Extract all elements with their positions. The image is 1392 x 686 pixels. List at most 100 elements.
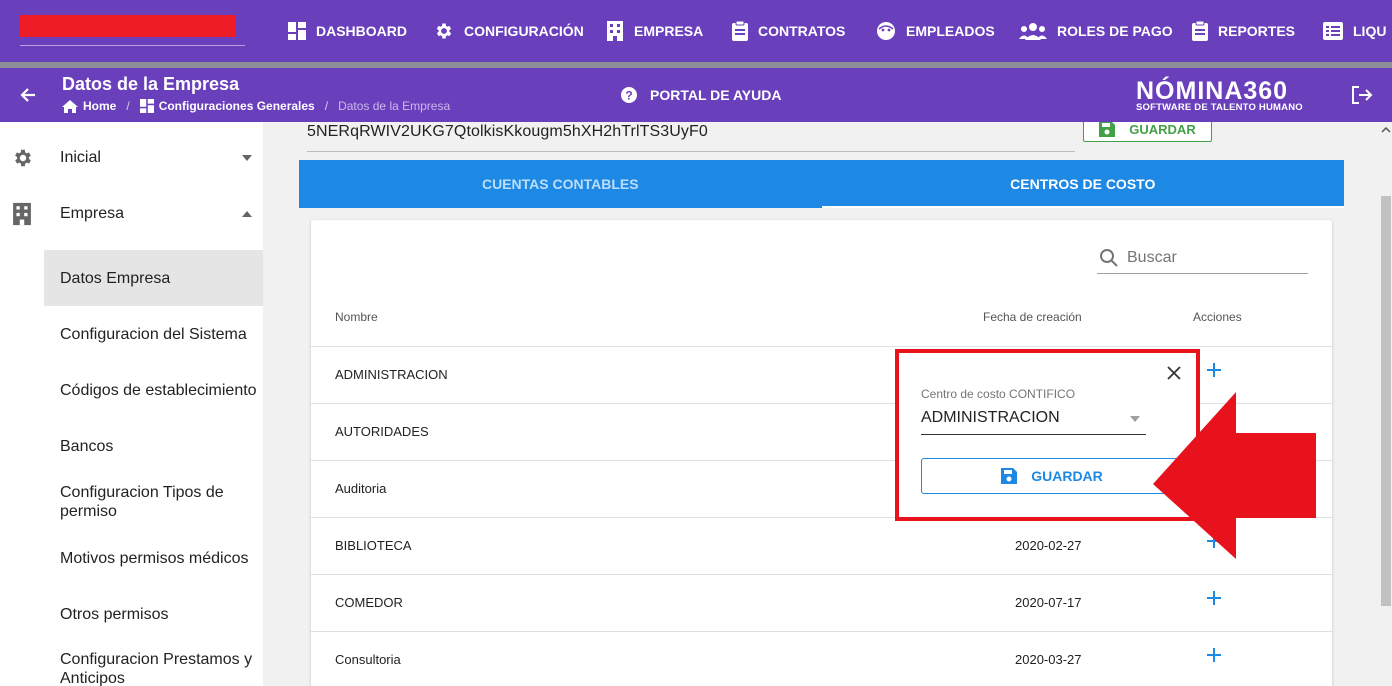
api-key-underline — [307, 151, 1075, 152]
sidebar-item-label: Otros permisos — [60, 605, 169, 623]
cost-center-select[interactable]: ADMINISTRACION — [921, 405, 1146, 435]
logout-icon[interactable] — [1351, 85, 1373, 110]
caret-up-icon — [242, 211, 252, 217]
list-icon — [1323, 22, 1343, 40]
sidebar-item-prestamos-anticipos[interactable]: Configuracion Prestamos y Anticipos — [44, 650, 263, 686]
sidebar-item-permisos-medicos[interactable]: Motivos permisos médicos — [44, 530, 263, 586]
sidebar-item-label: Motivos permisos médicos — [60, 549, 249, 567]
nav-dashboard[interactable]: DASHBOARD — [288, 18, 407, 44]
clipboard-icon — [732, 21, 748, 41]
save-button[interactable]: GUARDAR — [1083, 122, 1212, 142]
sidebar-item-tipos-permiso[interactable]: Configuracion Tipos de permiso — [44, 474, 263, 530]
nav-label: EMPLEADOS — [906, 23, 995, 39]
search-icon — [1100, 248, 1118, 267]
column-header-acciones: Acciones — [1193, 310, 1242, 324]
nav-reportes[interactable]: REPORTES — [1192, 18, 1295, 44]
sidebar-item-label: Datos Empresa — [60, 269, 171, 287]
dashboard-icon — [139, 99, 154, 113]
breadcrumb-configuraciones[interactable]: Configuraciones Generales — [139, 99, 315, 113]
cell-date: 2020-02-27 — [1015, 538, 1082, 553]
logo-main-text: NÓMINA360 — [1136, 77, 1289, 105]
cell-date: 2020-03-27 — [1015, 652, 1082, 667]
add-icon[interactable] — [1207, 591, 1221, 610]
nav-label: CONTRATOS — [758, 23, 846, 39]
brand-underline — [20, 45, 245, 46]
column-header-nombre[interactable]: Nombre — [335, 310, 378, 324]
scroll-up-icon[interactable] — [1381, 126, 1391, 134]
sidebar-item-configuracion-sistema[interactable]: Configuracion del Sistema — [44, 306, 263, 362]
sidebar-section-label: Empresa — [60, 205, 125, 222]
clipboard-icon — [1192, 21, 1208, 41]
logo-sub-text: SOFTWARE DE TALENTO HUMANO — [1136, 102, 1303, 113]
nav-roles-de-pago[interactable]: ROLES DE PAGO — [1019, 18, 1173, 44]
nav-empleados[interactable]: EMPLEADOS — [876, 18, 995, 44]
scrollbar-thumb[interactable] — [1381, 196, 1391, 606]
sidebar-item-label: Bancos — [60, 437, 114, 455]
sidebar-item-otros-permisos[interactable]: Otros permisos — [44, 586, 263, 642]
nav-configuracion[interactable]: CONFIGURACIÓN — [434, 18, 584, 44]
top-nav: DASHBOARD CONFIGURACIÓN EMPRESA CONTRATO… — [0, 0, 1392, 62]
column-header-fecha[interactable]: Fecha de creación — [983, 310, 1082, 324]
breadcrumb-label: Configuraciones Generales — [158, 99, 315, 113]
caret-down-icon — [242, 155, 252, 161]
dashboard-icon — [288, 22, 306, 40]
popup-field-label: Centro de costo CONTIFICO — [921, 387, 1076, 401]
page-header: Datos de la Empresa Home / Configuracion… — [0, 68, 1392, 122]
add-icon[interactable] — [1207, 363, 1221, 382]
breadcrumb-current: Datos de la Empresa — [338, 99, 451, 113]
back-arrow-icon[interactable] — [18, 85, 38, 110]
nav-contratos[interactable]: CONTRATOS — [732, 18, 845, 44]
annotation-arrow — [1153, 392, 1316, 559]
sidebar-item-datos-empresa[interactable]: Datos Empresa — [44, 250, 263, 306]
help-label: PORTAL DE AYUDA — [650, 87, 782, 103]
nomina360-logo: NÓMINA360 SOFTWARE DE TALENTO HUMANO — [1136, 78, 1316, 113]
page-title: Datos de la Empresa — [62, 74, 240, 94]
page-scrollbar[interactable] — [1380, 122, 1392, 686]
sidebar-item-bancos[interactable]: Bancos — [44, 418, 263, 474]
add-icon[interactable] — [1207, 648, 1221, 667]
save-label: GUARDAR — [1031, 468, 1103, 484]
search-box — [1097, 242, 1308, 274]
tab-label: CENTROS DE COSTO — [1010, 176, 1156, 192]
close-icon[interactable] — [1167, 366, 1181, 385]
brand-redacted — [20, 15, 235, 37]
tab-label: CUENTAS CONTABLES — [481, 176, 639, 192]
home-icon — [62, 99, 78, 113]
popup-save-button[interactable]: GUARDAR — [921, 458, 1183, 494]
select-value: ADMINISTRACION — [921, 409, 1060, 426]
save-label: GUARDAR — [1129, 122, 1196, 137]
nav-label: DASHBOARD — [316, 23, 407, 39]
tab-centros-de-costo[interactable]: CENTROS DE COSTO — [821, 160, 1345, 208]
nav-label: LIQU — [1353, 23, 1387, 39]
breadcrumb-label: Home — [83, 99, 117, 113]
nav-empresa[interactable]: EMPRESA — [606, 18, 703, 44]
users-icon — [1019, 23, 1047, 40]
help-icon: ? — [621, 87, 637, 103]
building-icon — [607, 21, 623, 41]
sidebar-section-inicial[interactable]: Inicial — [0, 138, 263, 178]
cell-date: 2020-07-17 — [1015, 595, 1082, 610]
breadcrumb-home[interactable]: Home — [62, 99, 116, 113]
sidebar-item-codigos-establecimiento[interactable]: Códigos de establecimiento — [44, 362, 263, 418]
sidebar-section-empresa[interactable]: Empresa — [0, 194, 263, 234]
gear-icon — [436, 23, 452, 39]
breadcrumb-separator: / — [126, 99, 130, 113]
nav-label: CONFIGURACIÓN — [464, 23, 584, 39]
gear-icon — [15, 149, 31, 167]
search-input[interactable] — [1127, 248, 1297, 267]
nav-label: REPORTES — [1218, 23, 1296, 39]
nav-liquidaciones[interactable]: LIQU — [1323, 18, 1386, 44]
cell-name: AUTORIDADES — [335, 424, 429, 439]
api-key-value[interactable]: 5NERqRWIV2UKG7QtolkisKkougm5hXH2hTrlTS3U… — [307, 123, 708, 141]
svg-text:?: ? — [625, 89, 632, 103]
sidebar-item-label: Códigos de establecimiento — [60, 381, 257, 399]
tab-cuentas-contables[interactable]: CUENTAS CONTABLES — [299, 160, 822, 208]
breadcrumb: Home / Configuraciones Generales / Datos… — [62, 99, 450, 113]
table-row: Consultoria 2020-03-27 — [311, 631, 1332, 686]
save-icon — [1099, 122, 1116, 137]
help-portal-link[interactable]: ? PORTAL DE AYUDA — [620, 86, 781, 104]
breadcrumb-separator: / — [324, 99, 329, 113]
sidebar-item-label: Configuracion del Sistema — [60, 325, 247, 343]
app-window: DASHBOARD CONFIGURACIÓN EMPRESA CONTRATO… — [0, 0, 1392, 686]
cell-name: Auditoria — [335, 481, 387, 496]
